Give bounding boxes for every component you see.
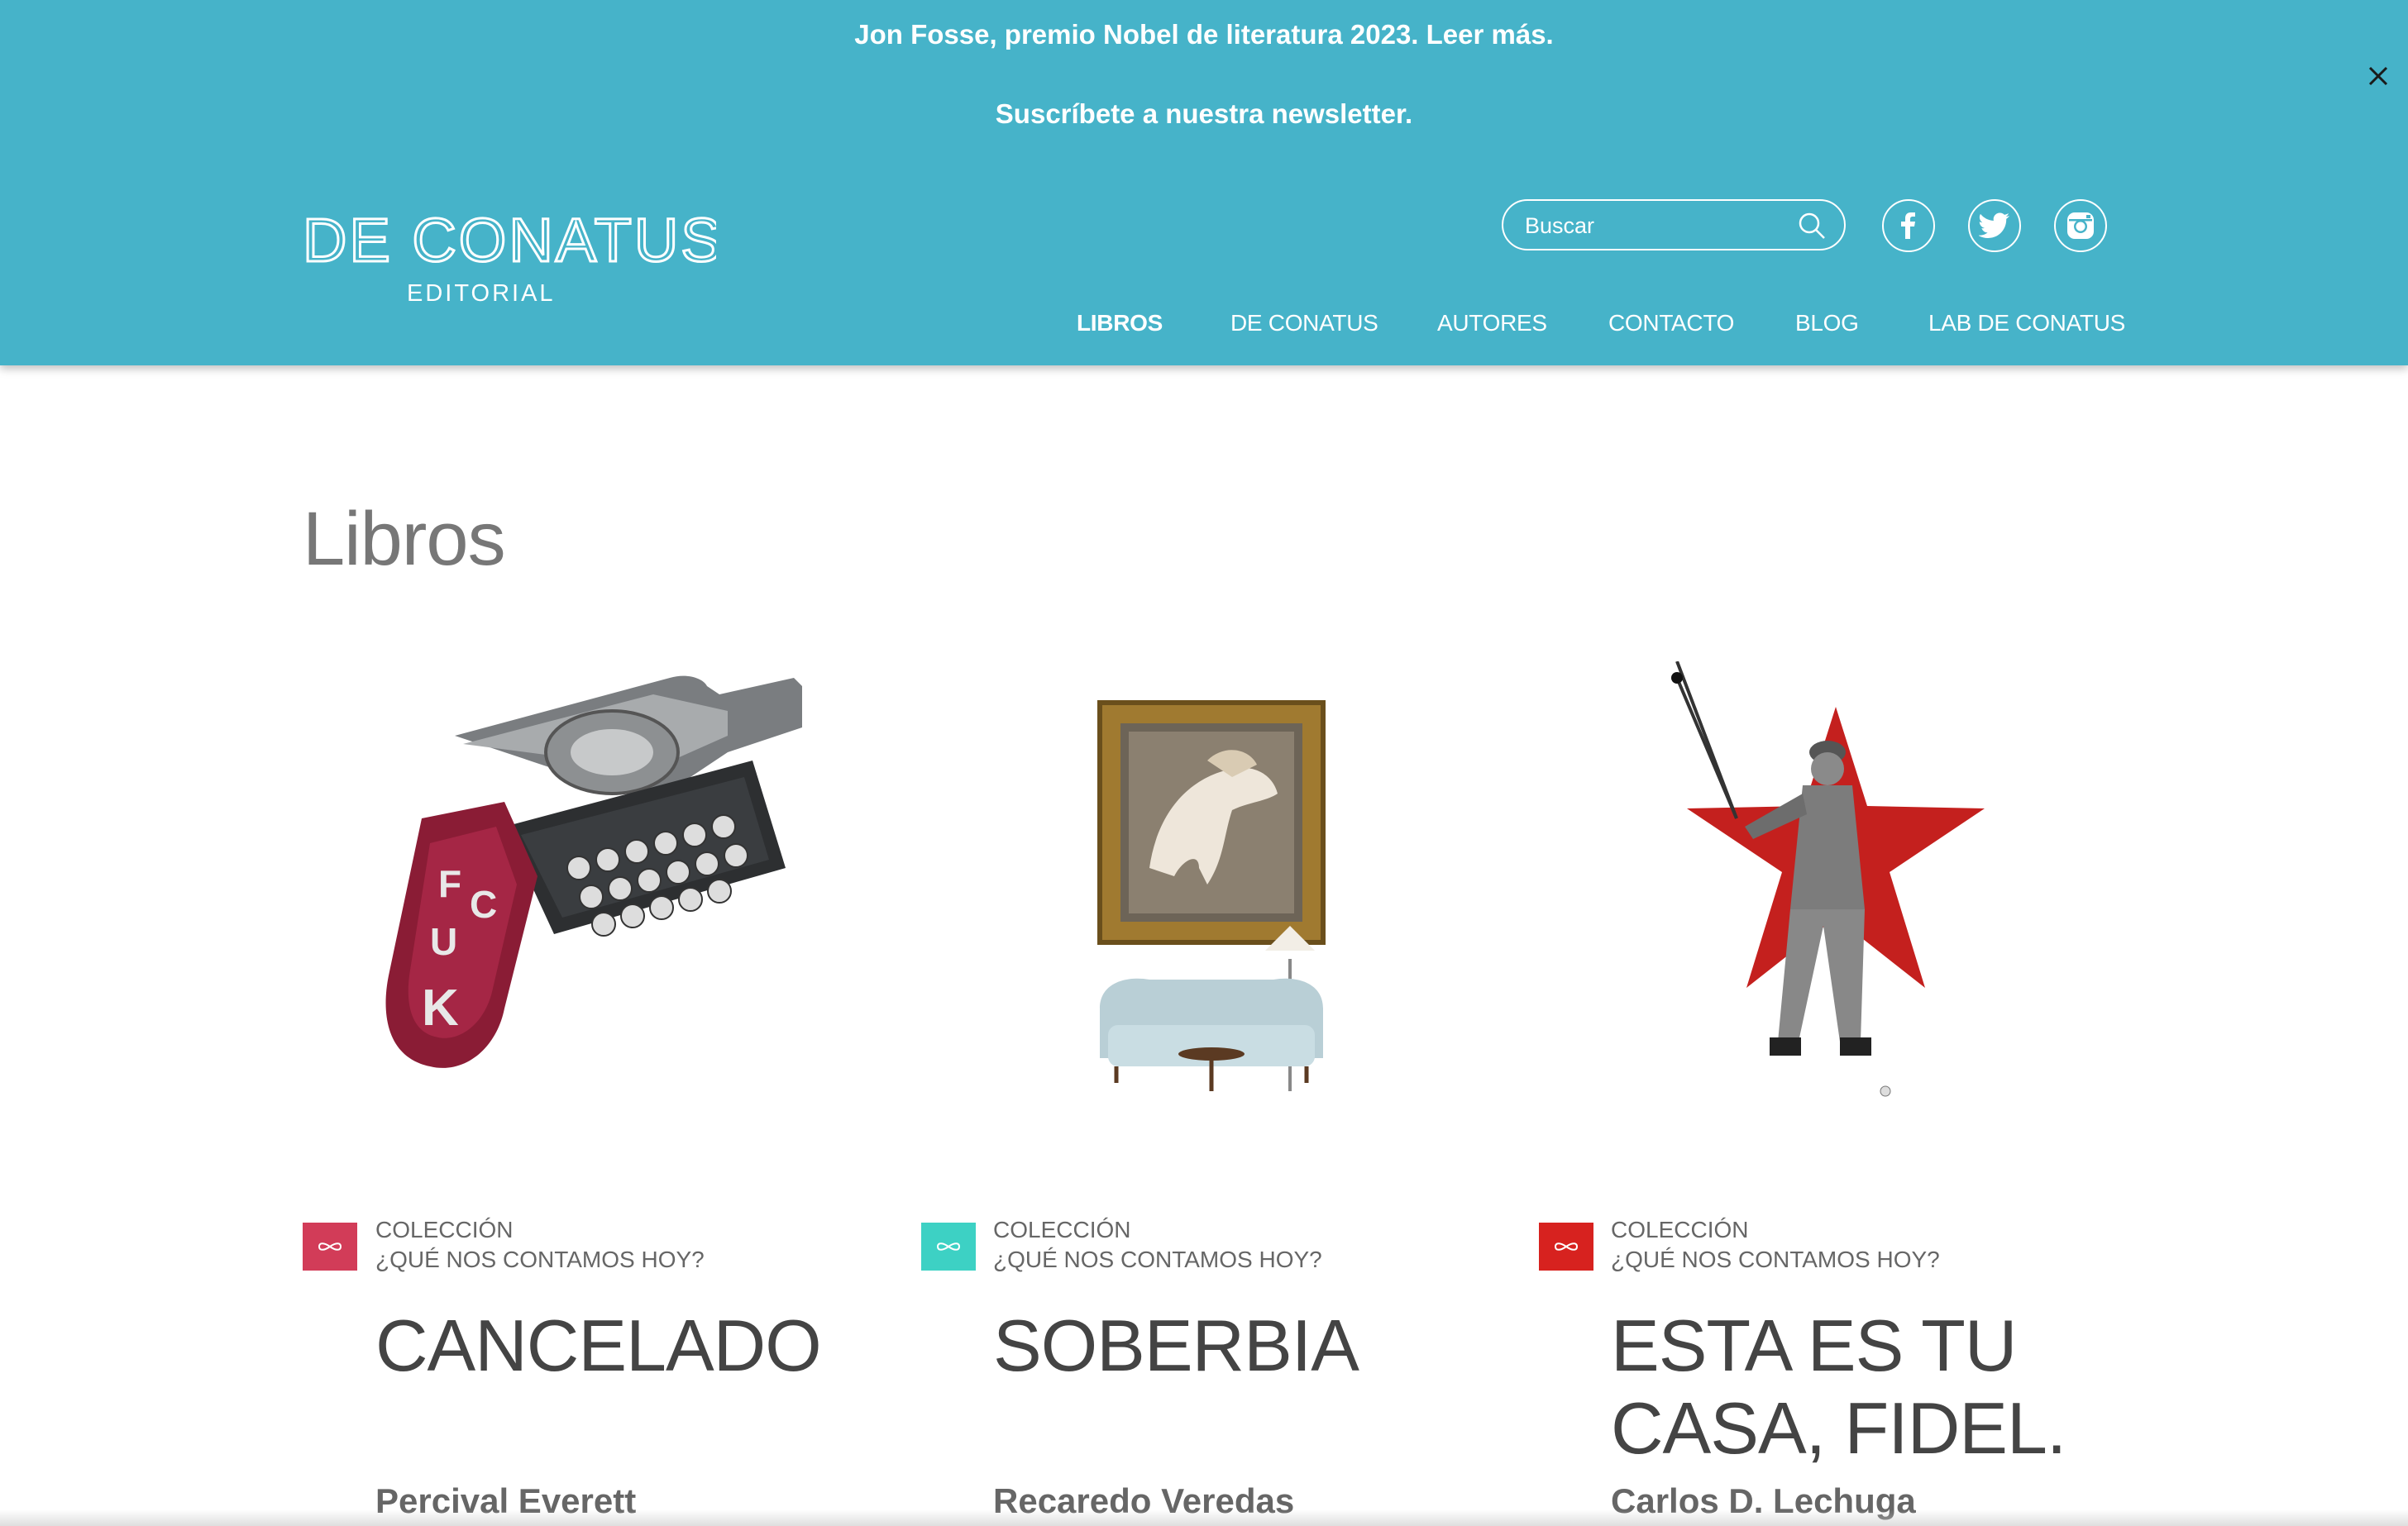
close-banner-button[interactable] [2362, 60, 2395, 93]
twitter-icon [1979, 212, 2009, 238]
collection-badge [303, 1223, 357, 1271]
collection-label-text: COLECCIÓN [375, 1217, 514, 1242]
svg-text:U: U [430, 920, 457, 963]
infinity-icon [1539, 1223, 1593, 1271]
collection-name[interactable]: ¿QUÉ NOS CONTAMOS HOY? [375, 1245, 705, 1275]
collection-label: COLECCIÓN ¿QUÉ NOS CONTAMOS HOY? [375, 1215, 705, 1275]
collection-label: COLECCIÓN ¿QUÉ NOS CONTAMOS HOY? [1611, 1215, 1940, 1275]
nav-libros[interactable]: LIBROS [1077, 307, 1163, 340]
bottom-fade [0, 1509, 2408, 1526]
page-title: Libros [303, 497, 506, 581]
collection-badge [1539, 1223, 1593, 1271]
book-cover-cancelado[interactable]: F C U K [339, 661, 835, 1124]
book-title[interactable]: SOBERBIA [993, 1304, 1506, 1387]
book-cover-soberbia[interactable] [959, 661, 1455, 1124]
logo-wordmark: DE CONATUS [303, 210, 716, 274]
facebook-icon [1901, 212, 1915, 239]
nobel-announcement-link[interactable]: Jon Fosse, premio Nobel de literatura 20… [0, 18, 2408, 51]
nav-autores[interactable]: AUTORES [1437, 307, 1547, 340]
svg-text:F: F [438, 862, 461, 905]
search-icon[interactable] [1798, 212, 1826, 240]
search-input[interactable] [1523, 201, 1799, 250]
collection-label-text: COLECCIÓN [993, 1217, 1131, 1242]
infinity-icon [921, 1223, 976, 1271]
instagram-link[interactable] [2054, 199, 2107, 252]
search-form [1502, 199, 1846, 250]
site-header: Jon Fosse, premio Nobel de literatura 20… [0, 0, 2408, 365]
collection-badge [921, 1223, 976, 1271]
infinity-icon [303, 1223, 357, 1271]
newsletter-link[interactable]: Suscríbete a nuestra newsletter. [0, 98, 2408, 131]
svg-text:C: C [470, 883, 497, 926]
svg-text:K: K [422, 980, 459, 1037]
book-cover-esta-es-tu-casa-fidel[interactable] [1579, 660, 2076, 1124]
book-title[interactable]: ESTA ES TU CASA, FIDEL. [1611, 1304, 2124, 1470]
twitter-link[interactable] [1968, 199, 2021, 252]
nav-contacto[interactable]: CONTACTO [1608, 307, 1734, 340]
site-logo[interactable]: DE CONATUS EDITORIAL [302, 205, 724, 309]
facebook-link[interactable] [1882, 199, 1935, 252]
collection-label-text: COLECCIÓN [1611, 1217, 1749, 1242]
logo-subtitle: EDITORIAL [407, 280, 556, 307]
nav-blog[interactable]: BLOG [1795, 307, 1859, 340]
collection-name[interactable]: ¿QUÉ NOS CONTAMOS HOY? [993, 1245, 1322, 1275]
instagram-icon [2067, 212, 2094, 239]
collection-label: COLECCIÓN ¿QUÉ NOS CONTAMOS HOY? [993, 1215, 1322, 1275]
book-title[interactable]: CANCELADO [375, 1304, 888, 1387]
nav-lab-de-conatus[interactable]: LAB DE CONATUS [1928, 307, 2125, 340]
collection-name[interactable]: ¿QUÉ NOS CONTAMOS HOY? [1611, 1245, 1940, 1275]
close-icon [2368, 66, 2388, 86]
nav-de-conatus[interactable]: DE CONATUS [1230, 307, 1378, 340]
